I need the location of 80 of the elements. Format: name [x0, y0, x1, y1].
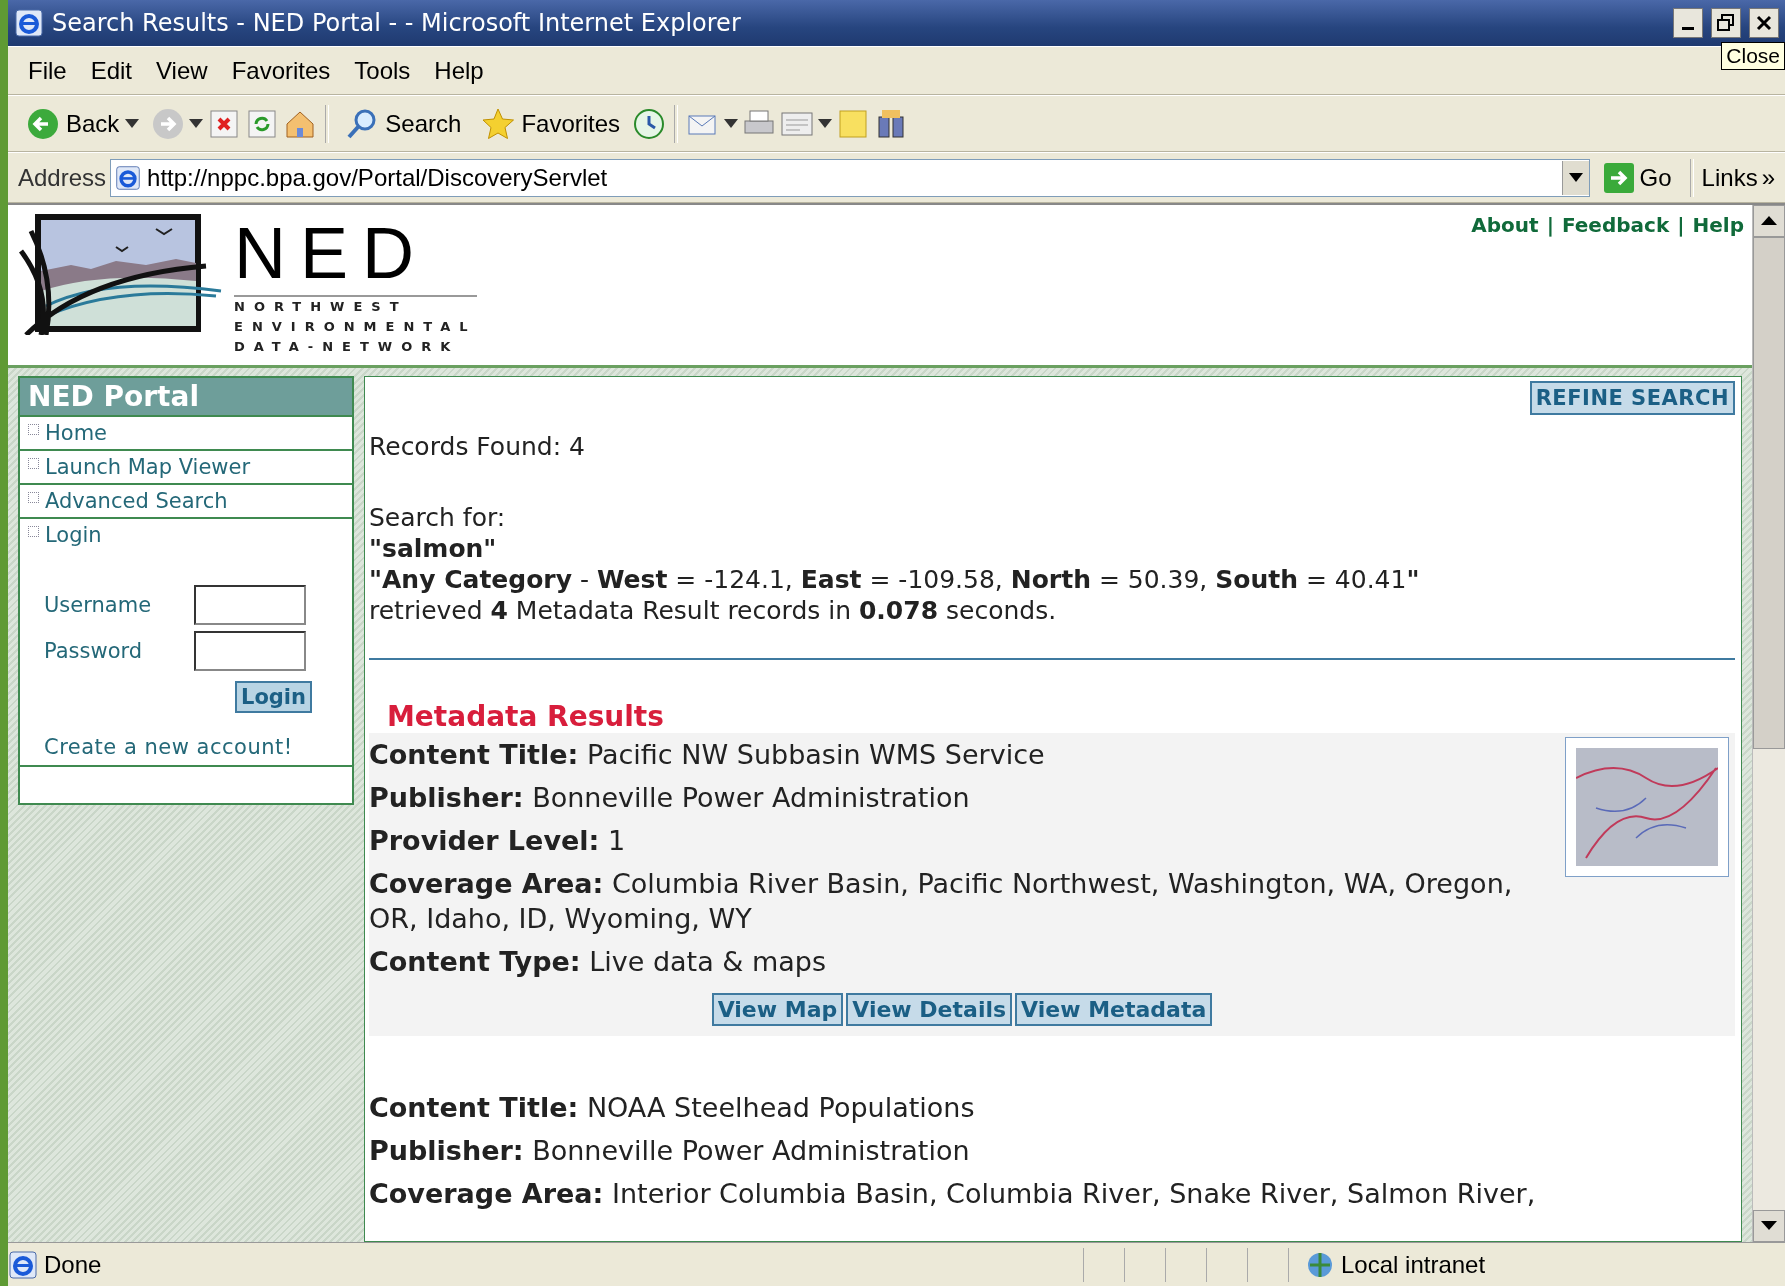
minimize-icon — [1682, 26, 1694, 30]
up-arrow-icon[interactable] — [1761, 216, 1777, 226]
login-button[interactable]: Login — [235, 681, 312, 713]
logo-title: NED — [234, 217, 477, 297]
menu-item[interactable]: Favorites — [221, 52, 341, 89]
record-field: Content Title: Pacific NW Subbasin WMS Service — [369, 737, 1555, 772]
record-field: Content Type: Live data & maps — [369, 944, 1555, 979]
menu-item[interactable]: Tools — [344, 52, 421, 89]
caret-icon[interactable] — [818, 118, 833, 129]
username-field[interactable] — [194, 585, 306, 625]
search-for-label: Search for: — [369, 502, 507, 533]
sidebar-link[interactable]: Home — [20, 417, 352, 451]
view-button[interactable]: View Details — [846, 993, 1013, 1026]
record-field: Coverage Area: Columbia River Basin, Pacific Northwest, Washington, WA, Oregon, OR, Idaho, ID, Wyoming, WY — [369, 866, 1555, 936]
zone-text: Local intranet — [1341, 1250, 1486, 1279]
url-text: http://nppc.bpa.gov/Portal/DiscoveryServlet — [147, 163, 608, 192]
browser-icon — [8, 1249, 38, 1280]
refine-search-button[interactable]: REFINE SEARCH — [1529, 381, 1735, 415]
close-icon — [1756, 15, 1772, 31]
sidebar-link[interactable]: Login — [28, 523, 344, 547]
header-link[interactable]: Help — [1692, 213, 1744, 359]
scrollbar[interactable] — [1752, 205, 1785, 1242]
menu-item[interactable]: Help — [424, 52, 494, 89]
clock-icon[interactable] — [632, 106, 667, 141]
toolbar-button[interactable]: Back — [18, 102, 148, 145]
sidebar-link[interactable]: Advanced Search — [20, 485, 352, 519]
view-button[interactable]: View Metadata — [1015, 993, 1213, 1026]
arrow-right-icon — [1603, 162, 1634, 193]
arrow-left-icon[interactable] — [26, 106, 60, 141]
star-icon[interactable] — [481, 106, 516, 141]
dropdown-button[interactable] — [1561, 160, 1589, 195]
logo-subtitle: NORTHWEST — [234, 298, 409, 316]
links-label[interactable]: Links — [1701, 163, 1758, 192]
address-label: Address — [18, 163, 107, 192]
sidebar-title: NED Portal — [20, 378, 352, 417]
browser-icon — [115, 164, 142, 191]
address-field[interactable]: http://nppc.bpa.gov/Portal/DiscoveryServlet — [110, 158, 1590, 197]
record-field: Coverage Area: Interior Columbia Basin, Columbia River, Snake River, Salmon River, — [369, 1176, 1735, 1211]
menu-item[interactable]: View — [146, 52, 218, 89]
retrieved-summary: retrieved 4 Metadata Result records in 0.078 seconds. — [369, 595, 1058, 626]
records-found: Records Found: 4 — [369, 431, 586, 462]
record-field: Publisher: Bonneville Power Administration — [369, 780, 1555, 815]
status-text: Done — [44, 1250, 103, 1279]
header-link[interactable]: About — [1471, 213, 1539, 359]
menu-item[interactable]: Edit — [80, 52, 143, 89]
record-field: Publisher: Bonneville Power Administration — [369, 1133, 1735, 1168]
restore-button[interactable] — [1711, 8, 1741, 38]
browser-icon — [14, 8, 44, 38]
password-label: Password — [44, 639, 144, 663]
caret-icon[interactable] — [125, 118, 140, 129]
menu-item[interactable]: File — [18, 52, 77, 89]
window-title: Search Results - NED Portal - - Microsoft Internet Explorer — [52, 9, 742, 37]
tooltip: Close — [1721, 42, 1785, 70]
record-field: Content Title: NOAA Steelhead Populations — [369, 1090, 1735, 1125]
chevron-button[interactable]: » — [1761, 163, 1775, 192]
search-query: "salmon" — [369, 533, 498, 564]
logo-subtitle: DATA-NETWORK — [234, 338, 461, 356]
close-button[interactable] — [1749, 8, 1779, 38]
go-button[interactable]: Go — [1593, 162, 1682, 193]
minimize-button[interactable] — [1673, 8, 1703, 38]
section-title: Metadata Results — [387, 700, 665, 733]
toolbar-button[interactable]: Favorites — [473, 102, 629, 145]
caret-icon — [1568, 172, 1583, 183]
username-label: Username — [44, 593, 153, 617]
link-separator: | — [1546, 213, 1554, 239]
search-extent: "Any Category - West = -124.1, East = -109.58, North = 50.39, South = 40.41" — [369, 564, 1421, 595]
create-account-link[interactable]: Create a new account! — [44, 735, 344, 759]
view-button[interactable]: View Map — [711, 993, 844, 1026]
sidebar-link[interactable]: Launch Map Viewer — [20, 451, 352, 485]
caret-icon[interactable] — [724, 118, 739, 129]
restore-icon — [1717, 14, 1735, 32]
record-field: Provider Level: 1 — [369, 823, 1555, 858]
toolbar-button[interactable]: Search — [337, 102, 470, 145]
password-field[interactable] — [194, 631, 306, 671]
header-link[interactable]: Feedback — [1561, 213, 1670, 359]
caret-icon[interactable] — [189, 118, 204, 129]
logo-subtitle: ENVIRONMENTAL — [234, 318, 477, 336]
down-arrow-icon[interactable] — [1761, 1221, 1777, 1231]
map-thumbnail[interactable] — [1565, 737, 1729, 877]
link-separator: | — [1677, 213, 1685, 239]
